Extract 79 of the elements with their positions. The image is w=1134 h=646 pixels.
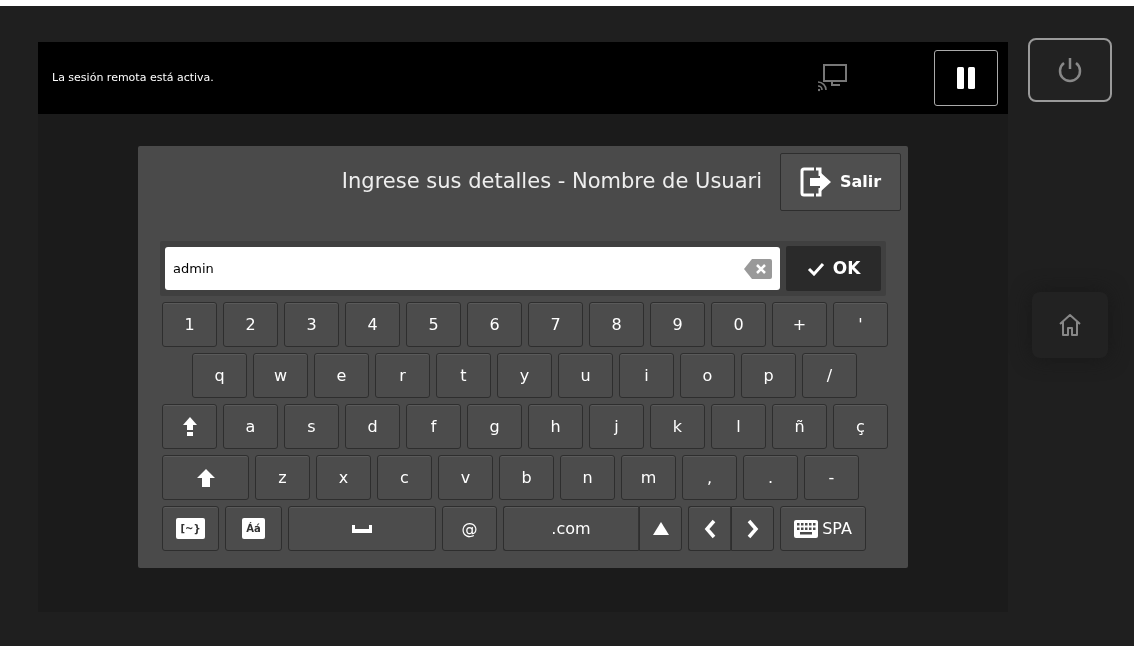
pause-button[interactable] xyxy=(934,50,998,106)
keyboard-key[interactable]: i xyxy=(619,353,674,398)
keyboard-key[interactable] xyxy=(688,506,731,551)
username-field[interactable]: admin xyxy=(165,247,780,290)
keyboard-key[interactable]: 0 xyxy=(711,302,766,347)
keyboard-key[interactable]: x xyxy=(316,455,371,500)
keyboard-key[interactable]: r xyxy=(375,353,430,398)
keyboard-key[interactable]: n xyxy=(560,455,615,500)
keyboard-key[interactable]: 6 xyxy=(467,302,522,347)
keyboard-key[interactable]: . xyxy=(743,455,798,500)
keyboard-key[interactable]: .com xyxy=(503,506,639,551)
keyboard-key[interactable]: ' xyxy=(833,302,888,347)
keyboard-key[interactable] xyxy=(731,506,774,551)
keyboard-key[interactable]: / xyxy=(802,353,857,398)
keyboard-key[interactable]: k xyxy=(650,404,705,449)
keyboard-key[interactable]: l xyxy=(711,404,766,449)
status-message: La sesión remota está activa. xyxy=(52,69,215,86)
keyboard-key[interactable]: g xyxy=(467,404,522,449)
space-icon xyxy=(352,524,372,533)
chevron-right-icon xyxy=(746,518,759,539)
keyboard-key[interactable]: ñ xyxy=(772,404,827,449)
exit-icon xyxy=(799,167,832,197)
keyboard-key[interactable]: e xyxy=(314,353,369,398)
keyboard-key[interactable]: s xyxy=(284,404,339,449)
keyboard-key[interactable]: 7 xyxy=(528,302,583,347)
keyboard-key[interactable]: 8 xyxy=(589,302,644,347)
keyboard-key[interactable]: z xyxy=(255,455,310,500)
remote-screen-icon xyxy=(818,64,848,92)
triangle-up-icon xyxy=(652,522,669,535)
keyboard-key[interactable]: 2 xyxy=(223,302,278,347)
keyboard-key[interactable]: o xyxy=(680,353,735,398)
keyboard-key[interactable]: SPA xyxy=(780,506,866,551)
keyboard-key[interactable]: c xyxy=(377,455,432,500)
keyboard-key[interactable]: f xyxy=(406,404,461,449)
keyboard-key[interactable]: 1 xyxy=(162,302,217,347)
keyboard-key[interactable] xyxy=(639,506,682,551)
keyboard-key[interactable]: 9 xyxy=(650,302,705,347)
keyboard-key[interactable]: , xyxy=(682,455,737,500)
home-button[interactable] xyxy=(1032,292,1108,358)
shift-icon xyxy=(196,468,215,487)
keyboard-key[interactable]: Áá xyxy=(225,506,282,551)
backspace-icon[interactable] xyxy=(744,259,772,279)
keyboard-key[interactable]: 4 xyxy=(345,302,400,347)
keyboard-key[interactable]: t xyxy=(436,353,491,398)
power-button[interactable] xyxy=(1028,38,1112,102)
keyboard-key[interactable]: + xyxy=(772,302,827,347)
keyboard-key[interactable]: v xyxy=(438,455,493,500)
power-icon xyxy=(1057,56,1083,84)
keyboard-key[interactable]: @ xyxy=(442,506,497,551)
dialog-title: Ingrese sus detalles - Nombre de Usuari xyxy=(341,168,762,196)
keyboard-key[interactable]: y xyxy=(497,353,552,398)
keyboard-key[interactable]: m xyxy=(621,455,676,500)
keyboard-key[interactable]: j xyxy=(589,404,644,449)
keyboard-key[interactable]: p xyxy=(741,353,796,398)
keyboard-key[interactable]: u xyxy=(558,353,613,398)
home-icon xyxy=(1057,312,1083,338)
keyboard-key[interactable]: w xyxy=(253,353,308,398)
exit-button[interactable]: Salir xyxy=(780,153,901,211)
keyboard-key[interactable]: - xyxy=(804,455,859,500)
chevron-left-icon xyxy=(703,518,716,539)
keyboard-key[interactable]: 5 xyxy=(406,302,461,347)
language-label: SPA xyxy=(822,517,852,540)
keyboard-key[interactable]: q xyxy=(192,353,247,398)
keyboard-key[interactable] xyxy=(162,404,217,449)
keyboard-icon xyxy=(794,519,819,538)
keyboard-key[interactable]: [~} xyxy=(162,506,219,551)
keyboard-key[interactable] xyxy=(162,455,249,500)
keyboard-key[interactable]: b xyxy=(499,455,554,500)
keyboard-key[interactable]: ç xyxy=(833,404,888,449)
pause-icon xyxy=(956,66,976,90)
key-badge: Áá xyxy=(242,518,265,539)
keyboard-key[interactable]: 3 xyxy=(284,302,339,347)
keyboard-key[interactable]: d xyxy=(345,404,400,449)
key-badge: [~} xyxy=(176,518,205,539)
caps-lock-icon xyxy=(182,416,197,437)
check-icon xyxy=(806,261,825,276)
keyboard-key[interactable]: a xyxy=(223,404,278,449)
keyboard-key[interactable]: h xyxy=(528,404,583,449)
ok-button[interactable]: OK xyxy=(786,246,881,291)
